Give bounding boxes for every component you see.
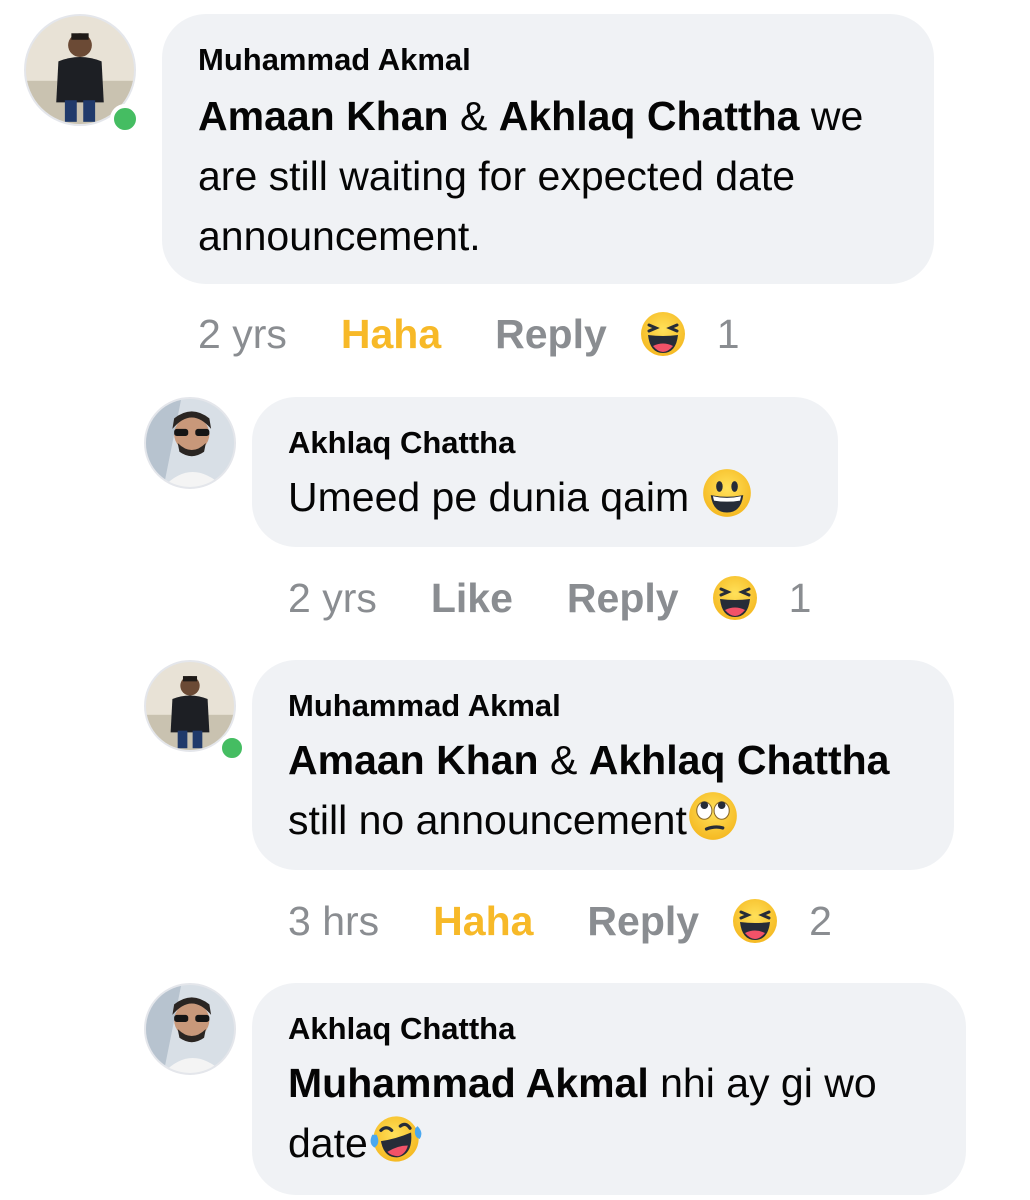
comment-text: Muhammad Akmal nhi ay gi wo date	[288, 1053, 930, 1181]
comment-body: still no announcement	[288, 797, 687, 843]
like-button[interactable]: Like	[431, 575, 513, 622]
avatar-akhlaq-chattha[interactable]	[144, 397, 236, 489]
comment-timestamp[interactable]: 2 yrs	[198, 311, 287, 358]
eye-roll-emoji-icon	[687, 790, 739, 858]
haha-reaction-button[interactable]: Haha	[341, 311, 441, 358]
comment-author[interactable]: Muhammad Akmal	[288, 688, 918, 724]
comment-body: Umeed pe dunia qaim	[288, 474, 701, 520]
reaction-count[interactable]: 1	[717, 311, 740, 358]
grinning-emoji-icon	[701, 467, 753, 535]
haha-reaction-button[interactable]: Haha	[433, 898, 533, 945]
mention-link[interactable]: Amaan Khan	[198, 93, 449, 139]
comment-bubble[interactable]: Akhlaq Chattha Umeed pe dunia qaim	[252, 397, 838, 547]
comment-author[interactable]: Akhlaq Chattha	[288, 425, 802, 461]
comment-bubble[interactable]: Muhammad Akmal Amaan Khan & Akhlaq Chatt…	[162, 14, 934, 284]
mention-link[interactable]: Akhlaq Chattha	[589, 737, 890, 783]
reaction-count[interactable]: 1	[789, 575, 812, 622]
haha-emoji-icon[interactable]	[711, 574, 759, 622]
haha-emoji-icon[interactable]	[731, 897, 779, 945]
comment-bubble[interactable]: Muhammad Akmal Amaan Khan & Akhlaq Chatt…	[252, 660, 954, 870]
comment-text: Umeed pe dunia qaim	[288, 467, 802, 535]
haha-emoji-icon[interactable]	[639, 310, 687, 358]
comment-bubble[interactable]: Akhlaq Chattha Muhammad Akmal nhi ay gi …	[252, 983, 966, 1195]
reply-button[interactable]: Reply	[495, 311, 607, 358]
comment-timestamp[interactable]: 3 hrs	[288, 898, 379, 945]
online-status-indicator	[110, 104, 140, 134]
tears-of-joy-emoji-icon	[368, 1113, 424, 1181]
avatar-akhlaq-chattha[interactable]	[144, 983, 236, 1075]
comment-timestamp[interactable]: 2 yrs	[288, 575, 377, 622]
mention-joiner: &	[538, 737, 589, 783]
comment-text: Amaan Khan & Akhlaq Chattha still no ann…	[288, 730, 918, 858]
mention-joiner: &	[448, 93, 499, 139]
mention-link[interactable]: Amaan Khan	[288, 737, 539, 783]
reply-button[interactable]: Reply	[567, 575, 679, 622]
comment-text: Amaan Khan & Akhlaq Chattha we are still…	[198, 86, 898, 266]
comment-author[interactable]: Muhammad Akmal	[198, 42, 898, 78]
mention-link[interactable]: Muhammad Akmal	[288, 1060, 649, 1106]
comment-author[interactable]: Akhlaq Chattha	[288, 1011, 930, 1047]
reply-button[interactable]: Reply	[587, 898, 699, 945]
online-status-indicator	[218, 734, 246, 762]
reaction-count[interactable]: 2	[809, 898, 832, 945]
mention-link[interactable]: Akhlaq Chattha	[499, 93, 800, 139]
